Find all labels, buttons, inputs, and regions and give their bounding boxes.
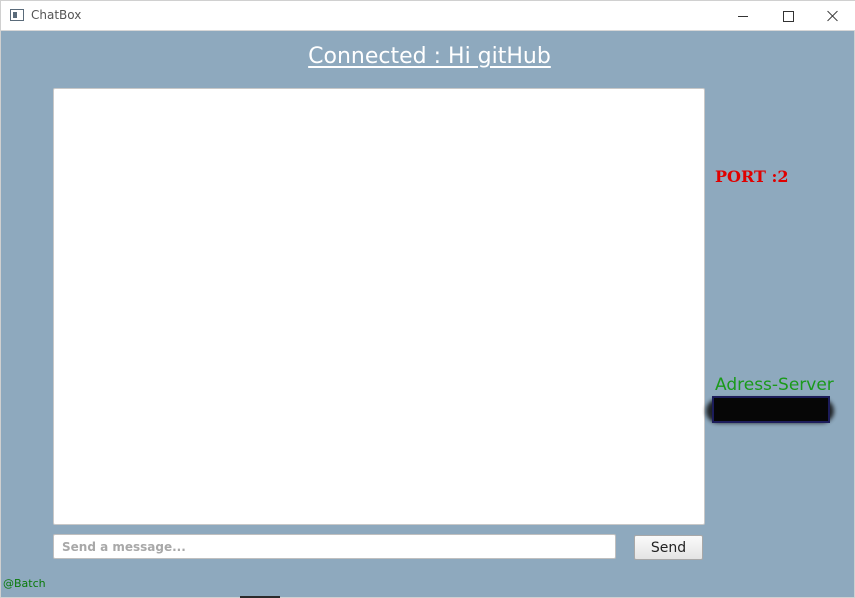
title-bar[interactable]: ChatBox bbox=[1, 1, 855, 31]
connection-title: Connected : Hi gitHub bbox=[308, 44, 551, 69]
window-app-icon bbox=[10, 9, 24, 21]
minimize-button[interactable] bbox=[720, 1, 766, 31]
close-button[interactable] bbox=[810, 1, 855, 31]
chat-messages-area[interactable] bbox=[53, 88, 705, 525]
close-icon bbox=[827, 10, 839, 22]
chatbox-window: ChatBox Connected : Hi gitHub PORT :2 Ad… bbox=[0, 0, 855, 598]
maximize-icon bbox=[782, 10, 794, 22]
send-button[interactable]: Send bbox=[634, 535, 703, 560]
message-input[interactable] bbox=[53, 534, 616, 559]
window-title: ChatBox bbox=[31, 8, 82, 22]
port-label: PORT :2 bbox=[715, 167, 789, 186]
footer-credit: @Batch bbox=[3, 577, 46, 590]
server-address-label: Adress-Server bbox=[715, 375, 834, 395]
maximize-button[interactable] bbox=[765, 1, 811, 31]
server-address-field[interactable] bbox=[712, 396, 830, 423]
minimize-icon bbox=[738, 15, 748, 17]
